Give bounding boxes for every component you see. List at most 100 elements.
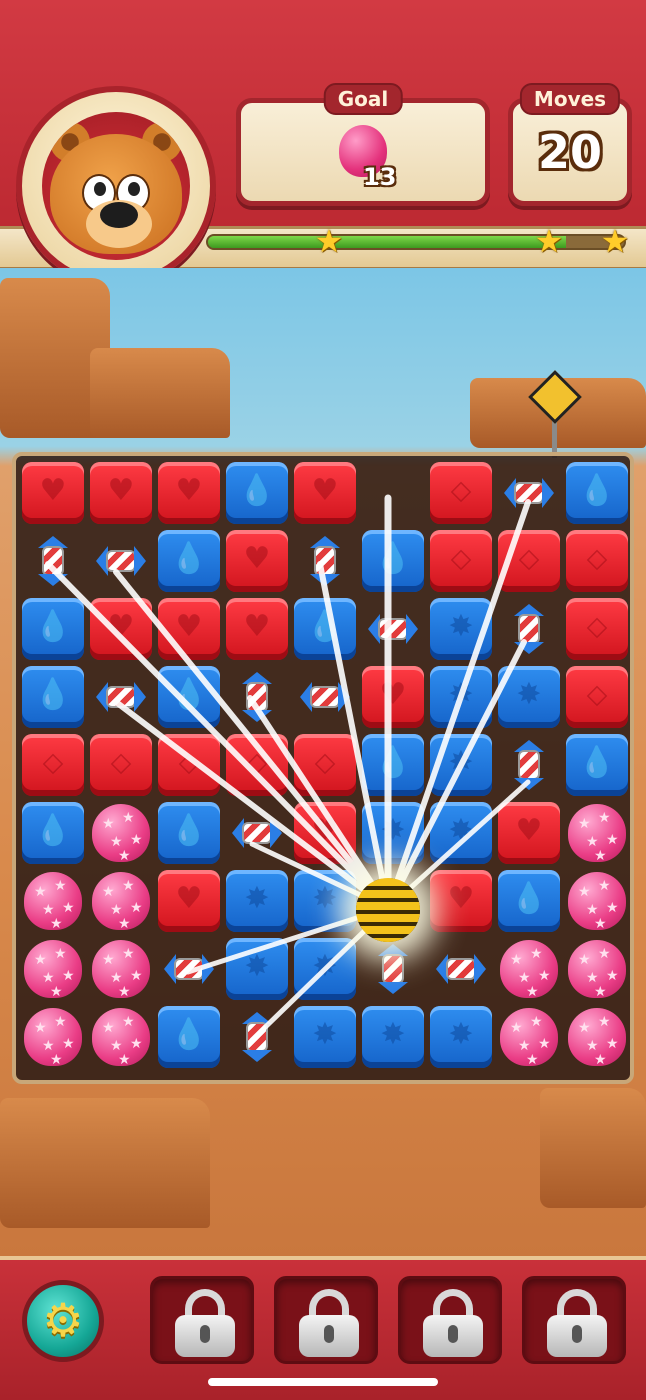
red-arrow-block[interactable]: ⬦ (564, 596, 630, 662)
blue-star-block[interactable]: ✸ (360, 1004, 426, 1070)
rocket-body (314, 546, 336, 576)
horizontal-rocket[interactable] (360, 596, 426, 662)
game-board[interactable]: ♥ ♥ ♥ 💧 ♥ ⬦ 💧 💧 ♥ 💧 ⬦ ⬦ ⬦ 💧 ♥ ♥ ♥ 💧 ✸ ⬦ 💧 💧 ♥ ✸ ✸ ⬦ ⬦ ⬦ ⬦ ⬦ ⬦ 💧 ✸ 💧 💧 ★ ★ ★ ★ ★… (12, 452, 634, 1084)
red-heart-block[interactable]: ♥ (360, 664, 426, 730)
blue-drop-block[interactable]: 💧 (156, 800, 222, 866)
locked-booster-slot-4[interactable] (522, 1276, 626, 1364)
red-heart-block[interactable]: ♥ (292, 460, 358, 526)
pink-balloon[interactable]: ★ ★ ★ ★ ★ (20, 868, 86, 934)
vertical-rocket-icon (300, 536, 350, 586)
red-arrow-block[interactable]: ⬦ (156, 732, 222, 798)
blue-star-block[interactable]: ✸ (224, 868, 290, 934)
blue-drop-block[interactable]: 💧 (564, 460, 630, 526)
red-arrow-block[interactable]: ⬦ (564, 664, 630, 730)
balloon-star-decoration: ★ (122, 946, 135, 962)
pink-balloon[interactable]: ★ ★ ★ ★ ★ (496, 936, 562, 1002)
red-heart-block[interactable]: ♥ (88, 596, 154, 662)
balloon-star-decoration: ★ (118, 984, 131, 1000)
red-heart-block[interactable]: ♥ (156, 868, 222, 934)
vertical-rocket[interactable] (496, 596, 562, 662)
blue-drop-block[interactable]: 💧 (360, 732, 426, 798)
blue-drop-block[interactable]: 💧 (156, 1004, 222, 1070)
locked-booster-slot-1[interactable] (150, 1276, 254, 1364)
pink-balloon[interactable]: ★ ★ ★ ★ ★ (564, 868, 630, 934)
blue-star-block[interactable]: ✸ (428, 664, 494, 730)
home-indicator[interactable] (208, 1378, 438, 1386)
board-cell[interactable] (360, 460, 426, 526)
blue-drop-block[interactable]: 💧 (156, 664, 222, 730)
blue-drop-block[interactable]: 💧 (496, 868, 562, 934)
character-avatar (16, 86, 216, 286)
red-arrow-block-tile: ⬦ (226, 734, 288, 796)
red-arrow-block[interactable]: ⬦ (292, 732, 358, 798)
blue-star-block[interactable]: ✸ (428, 800, 494, 866)
horizontal-rocket[interactable] (428, 936, 494, 1002)
red-arrow-block[interactable]: ⬦ (564, 528, 630, 594)
red-heart-block[interactable]: ♥ (224, 528, 290, 594)
pink-balloon[interactable]: ★ ★ ★ ★ ★ (564, 800, 630, 866)
vertical-rocket[interactable] (20, 528, 86, 594)
locked-booster-slot-2[interactable] (274, 1276, 378, 1364)
blue-star-block[interactable]: ✸ (496, 664, 562, 730)
red-heart-block[interactable]: ♥ (156, 596, 222, 662)
blue-star-block[interactable]: ✸ (428, 732, 494, 798)
horizontal-rocket[interactable] (88, 528, 154, 594)
red-arrow-block[interactable]: ⬦ (428, 528, 494, 594)
blue-star-block[interactable]: ✸ (292, 1004, 358, 1070)
blue-star-block[interactable]: ✸ (428, 596, 494, 662)
pink-balloon-icon: ★ ★ ★ ★ ★ (92, 872, 150, 932)
pink-balloon[interactable]: ★ ★ ★ ★ ★ (564, 1004, 630, 1070)
pink-balloon[interactable]: ★ ★ ★ ★ ★ (88, 800, 154, 866)
horizontal-rocket[interactable] (496, 460, 562, 526)
blue-star-block[interactable]: ✸ (360, 800, 426, 866)
balloon-star-decoration: ★ (62, 1036, 75, 1052)
blue-drop-block[interactable]: 💧 (20, 664, 86, 730)
blue-drop-block[interactable]: 💧 (156, 528, 222, 594)
balloon-star-decoration: ★ (598, 878, 611, 894)
red-heart-block[interactable]: ♥ (224, 596, 290, 662)
red-heart-block[interactable]: ♥ (20, 460, 86, 526)
goal-label: Goal (323, 83, 403, 115)
red-arrow-block[interactable]: ⬦ (496, 528, 562, 594)
blue-drop-block[interactable]: 💧 (292, 596, 358, 662)
horizontal-rocket[interactable] (224, 800, 290, 866)
vertical-rocket[interactable] (224, 664, 290, 730)
pink-balloon[interactable]: ★ ★ ★ ★ ★ (564, 936, 630, 1002)
blue-star-block[interactable]: ✸ (224, 936, 290, 1002)
rocket-body (446, 958, 476, 980)
red-heart-block[interactable]: ♥ (496, 800, 562, 866)
blue-star-block[interactable]: ✸ (428, 1004, 494, 1070)
star-burst-icon: ✸ (312, 949, 338, 984)
blue-star-block[interactable]: ✸ (292, 936, 358, 1002)
blue-drop-block[interactable]: 💧 (224, 460, 290, 526)
pink-balloon[interactable]: ★ ★ ★ ★ ★ (88, 1004, 154, 1070)
pink-balloon[interactable]: ★ ★ ★ ★ ★ (88, 936, 154, 1002)
vertical-rocket[interactable] (360, 936, 426, 1002)
red-heart-block[interactable]: ♥ (428, 868, 494, 934)
settings-button[interactable]: ⚙ (22, 1280, 104, 1362)
blue-drop-block[interactable]: 💧 (20, 800, 86, 866)
horizontal-rocket[interactable] (88, 664, 154, 730)
red-heart-block[interactable]: ♥ (88, 460, 154, 526)
blue-drop-block[interactable]: 💧 (360, 528, 426, 594)
blue-star-block[interactable]: ✸ (292, 868, 358, 934)
pink-balloon[interactable]: ★ ★ ★ ★ ★ (20, 936, 86, 1002)
horizontal-rocket[interactable] (292, 664, 358, 730)
pink-balloon[interactable]: ★ ★ ★ ★ ★ (496, 1004, 562, 1070)
red-arrow-block[interactable]: ⬦ (20, 732, 86, 798)
red-heart-block[interactable]: ♥ (292, 800, 358, 866)
red-heart-block[interactable]: ♥ (156, 460, 222, 526)
vertical-rocket[interactable] (224, 1004, 290, 1070)
pink-balloon[interactable]: ★ ★ ★ ★ ★ (20, 1004, 86, 1070)
red-arrow-block[interactable]: ⬦ (428, 460, 494, 526)
horizontal-rocket[interactable] (156, 936, 222, 1002)
blue-drop-block[interactable]: 💧 (564, 732, 630, 798)
vertical-rocket[interactable] (292, 528, 358, 594)
red-arrow-block[interactable]: ⬦ (88, 732, 154, 798)
blue-drop-block[interactable]: 💧 (20, 596, 86, 662)
red-arrow-block[interactable]: ⬦ (224, 732, 290, 798)
pink-balloon[interactable]: ★ ★ ★ ★ ★ (88, 868, 154, 934)
arrow-icon: ⬦ (518, 541, 540, 576)
locked-booster-slot-3[interactable] (398, 1276, 502, 1364)
vertical-rocket[interactable] (496, 732, 562, 798)
